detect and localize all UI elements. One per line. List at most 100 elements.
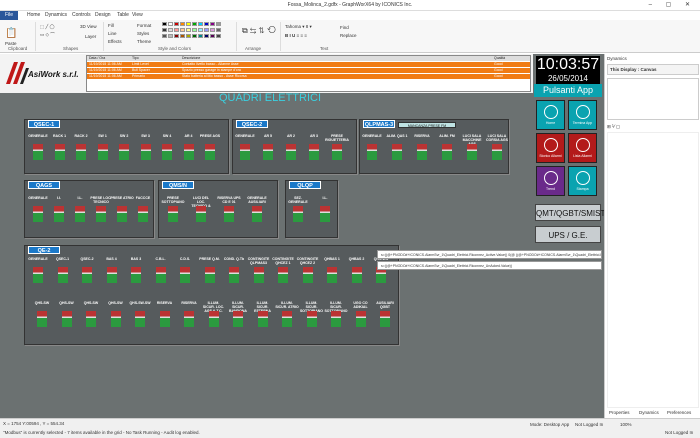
breaker-switch[interactable] — [117, 206, 127, 222]
display-selector[interactable]: This Display : Canvas — [610, 67, 657, 72]
breaker-switch[interactable] — [302, 267, 313, 283]
tag-qms[interactable]: QMS/N — [162, 181, 194, 189]
tab-home[interactable]: Home — [27, 12, 40, 18]
breaker-switch[interactable] — [205, 144, 215, 160]
breaker-switch[interactable] — [331, 311, 341, 327]
breaker-switch[interactable] — [183, 144, 194, 160]
breaker-switch[interactable] — [320, 206, 330, 222]
breaker-switch[interactable] — [82, 267, 92, 283]
shapes-icon[interactable]: ▭ ◇ ⌒ — [40, 32, 55, 38]
breaker-switch[interactable] — [37, 311, 47, 327]
tab-table[interactable]: Table — [117, 12, 129, 18]
alarm-row[interactable]: 11/19/2015 11:06 AM Bull Spacer Spazio p… — [87, 68, 530, 73]
tag-qags[interactable]: QAGS — [28, 181, 60, 189]
storico-allarmi-button[interactable]: Storico Allarmi — [536, 133, 565, 163]
breaker-switch[interactable] — [257, 311, 268, 327]
breaker-switch[interactable] — [162, 144, 172, 160]
tab-dynamics[interactable]: Dynamics — [639, 410, 659, 415]
breaker-switch[interactable] — [252, 206, 262, 222]
tag-qlpmas[interactable]: QLPMAS-3 — [363, 120, 395, 128]
line-button[interactable]: Line — [108, 31, 117, 36]
breaker-switch[interactable] — [33, 267, 43, 283]
breaker-switch[interactable] — [155, 267, 166, 283]
properties-grid[interactable] — [607, 78, 699, 120]
breaker-switch[interactable] — [253, 267, 264, 283]
breaker-switch[interactable] — [492, 144, 502, 160]
breaker-switch[interactable] — [293, 206, 303, 222]
tab-dynamics[interactable]: Dynamics — [45, 12, 67, 18]
property-list[interactable] — [607, 132, 699, 408]
tab-view[interactable]: View — [132, 12, 143, 18]
text-format-icons[interactable]: B I U ≡ ≡ ≡ — [285, 33, 307, 38]
tab-controls[interactable]: Controls — [72, 12, 91, 18]
breaker-switch[interactable] — [417, 144, 427, 160]
col-quality[interactable]: Qualità — [494, 56, 505, 61]
format-button[interactable]: Format — [137, 23, 151, 28]
col-type[interactable]: Tipo — [132, 56, 139, 61]
breaker-switch[interactable] — [282, 311, 292, 327]
breaker-switch[interactable] — [196, 206, 206, 222]
breaker-switch[interactable] — [119, 144, 129, 160]
selector-box[interactable]: This Display : Canvas — [607, 64, 699, 75]
trend-button[interactable]: Trend — [536, 166, 565, 196]
alarm-row[interactable]: 11/19/2015 11:06 AM Primario Stato batte… — [87, 74, 530, 79]
breaker-switch[interactable] — [33, 144, 43, 160]
breaker-switch[interactable] — [351, 267, 362, 283]
breaker-switch[interactable] — [140, 144, 151, 160]
breaker-switch[interactable] — [33, 206, 43, 222]
tab-design[interactable]: Design — [95, 12, 111, 18]
breaker-switch[interactable] — [332, 144, 342, 160]
home-button[interactable]: Home — [536, 100, 565, 130]
tag-qsec1[interactable]: QSEC-1 — [28, 120, 60, 128]
status-zoom[interactable]: 100% — [620, 422, 632, 427]
tab-preferences[interactable]: Preferences — [667, 410, 691, 415]
property-toolbar[interactable]: ⊞ ⅟ ▢ — [607, 124, 620, 130]
breaker-switch[interactable] — [96, 206, 106, 222]
font-box[interactable]: Tahoma ▾ 8 ▾ — [285, 24, 312, 30]
breaker-switch[interactable] — [54, 144, 65, 160]
tag-qe2[interactable]: QE-2 — [28, 246, 60, 254]
tag-qsec2[interactable]: QSEC-2 — [236, 120, 268, 128]
breaker-switch[interactable] — [75, 206, 85, 222]
stampa-button[interactable]: Stampa — [568, 166, 597, 196]
ups-button[interactable]: UPS / G.E. — [535, 226, 601, 243]
tab-file[interactable]: File — [0, 11, 18, 20]
breaker-switch[interactable] — [229, 267, 239, 283]
breaker-switch[interactable] — [442, 144, 452, 160]
breaker-switch[interactable] — [224, 206, 234, 222]
breaker-switch[interactable] — [392, 144, 402, 160]
breaker-switch[interactable] — [110, 311, 121, 327]
styles-button[interactable]: Styles — [137, 31, 149, 36]
tab-properties[interactable]: Properties — [609, 410, 630, 415]
theme-button[interactable]: Theme — [137, 39, 151, 44]
arrange-icon[interactable]: ⧉ ⇆ ⇅ ⟲ — [242, 26, 276, 36]
breaker-switch[interactable] — [138, 206, 148, 222]
breaker-switch[interactable] — [278, 267, 288, 283]
replace-button[interactable]: Replace — [340, 33, 357, 38]
breaker-switch[interactable] — [86, 311, 96, 327]
breaker-switch[interactable] — [286, 144, 296, 160]
window-controls[interactable]: – ▢ ✕ — [649, 1, 696, 8]
breaker-switch[interactable] — [309, 144, 319, 160]
breaker-switch[interactable] — [467, 144, 477, 160]
alarm-row[interactable]: 11/19/2015 11:06 AM Limit Level Contatto… — [87, 62, 530, 67]
breaker-switch[interactable] — [135, 311, 145, 327]
qmt-button[interactable]: QMT/QGBT/SMIST. — [535, 204, 607, 221]
breaker-switch[interactable] — [159, 311, 170, 327]
lista-allarmi-button[interactable]: Lista Allarmi — [568, 133, 597, 163]
breaker-switch[interactable] — [233, 311, 243, 327]
tag-qlqp[interactable]: QLQP — [289, 181, 321, 189]
col-desc[interactable]: Descrizione — [182, 56, 200, 61]
breaker-switch[interactable] — [106, 267, 117, 283]
breaker-switch[interactable] — [380, 311, 390, 327]
paste-icon[interactable]: 📋 — [5, 28, 17, 39]
alarm-table[interactable]: Data / Ora Tipo Descrizione Qualità 11/1… — [86, 55, 531, 92]
view3d-button[interactable]: 3D View — [80, 24, 97, 29]
select-shape-icon[interactable]: ⬚ ╱ ◯ — [40, 24, 55, 30]
breaker-switch[interactable] — [184, 311, 194, 327]
breaker-switch[interactable] — [131, 267, 141, 283]
breaker-switch[interactable] — [306, 311, 317, 327]
breaker-switch[interactable] — [168, 206, 178, 222]
breaker-switch[interactable] — [355, 311, 366, 327]
breaker-switch[interactable] — [57, 267, 68, 283]
